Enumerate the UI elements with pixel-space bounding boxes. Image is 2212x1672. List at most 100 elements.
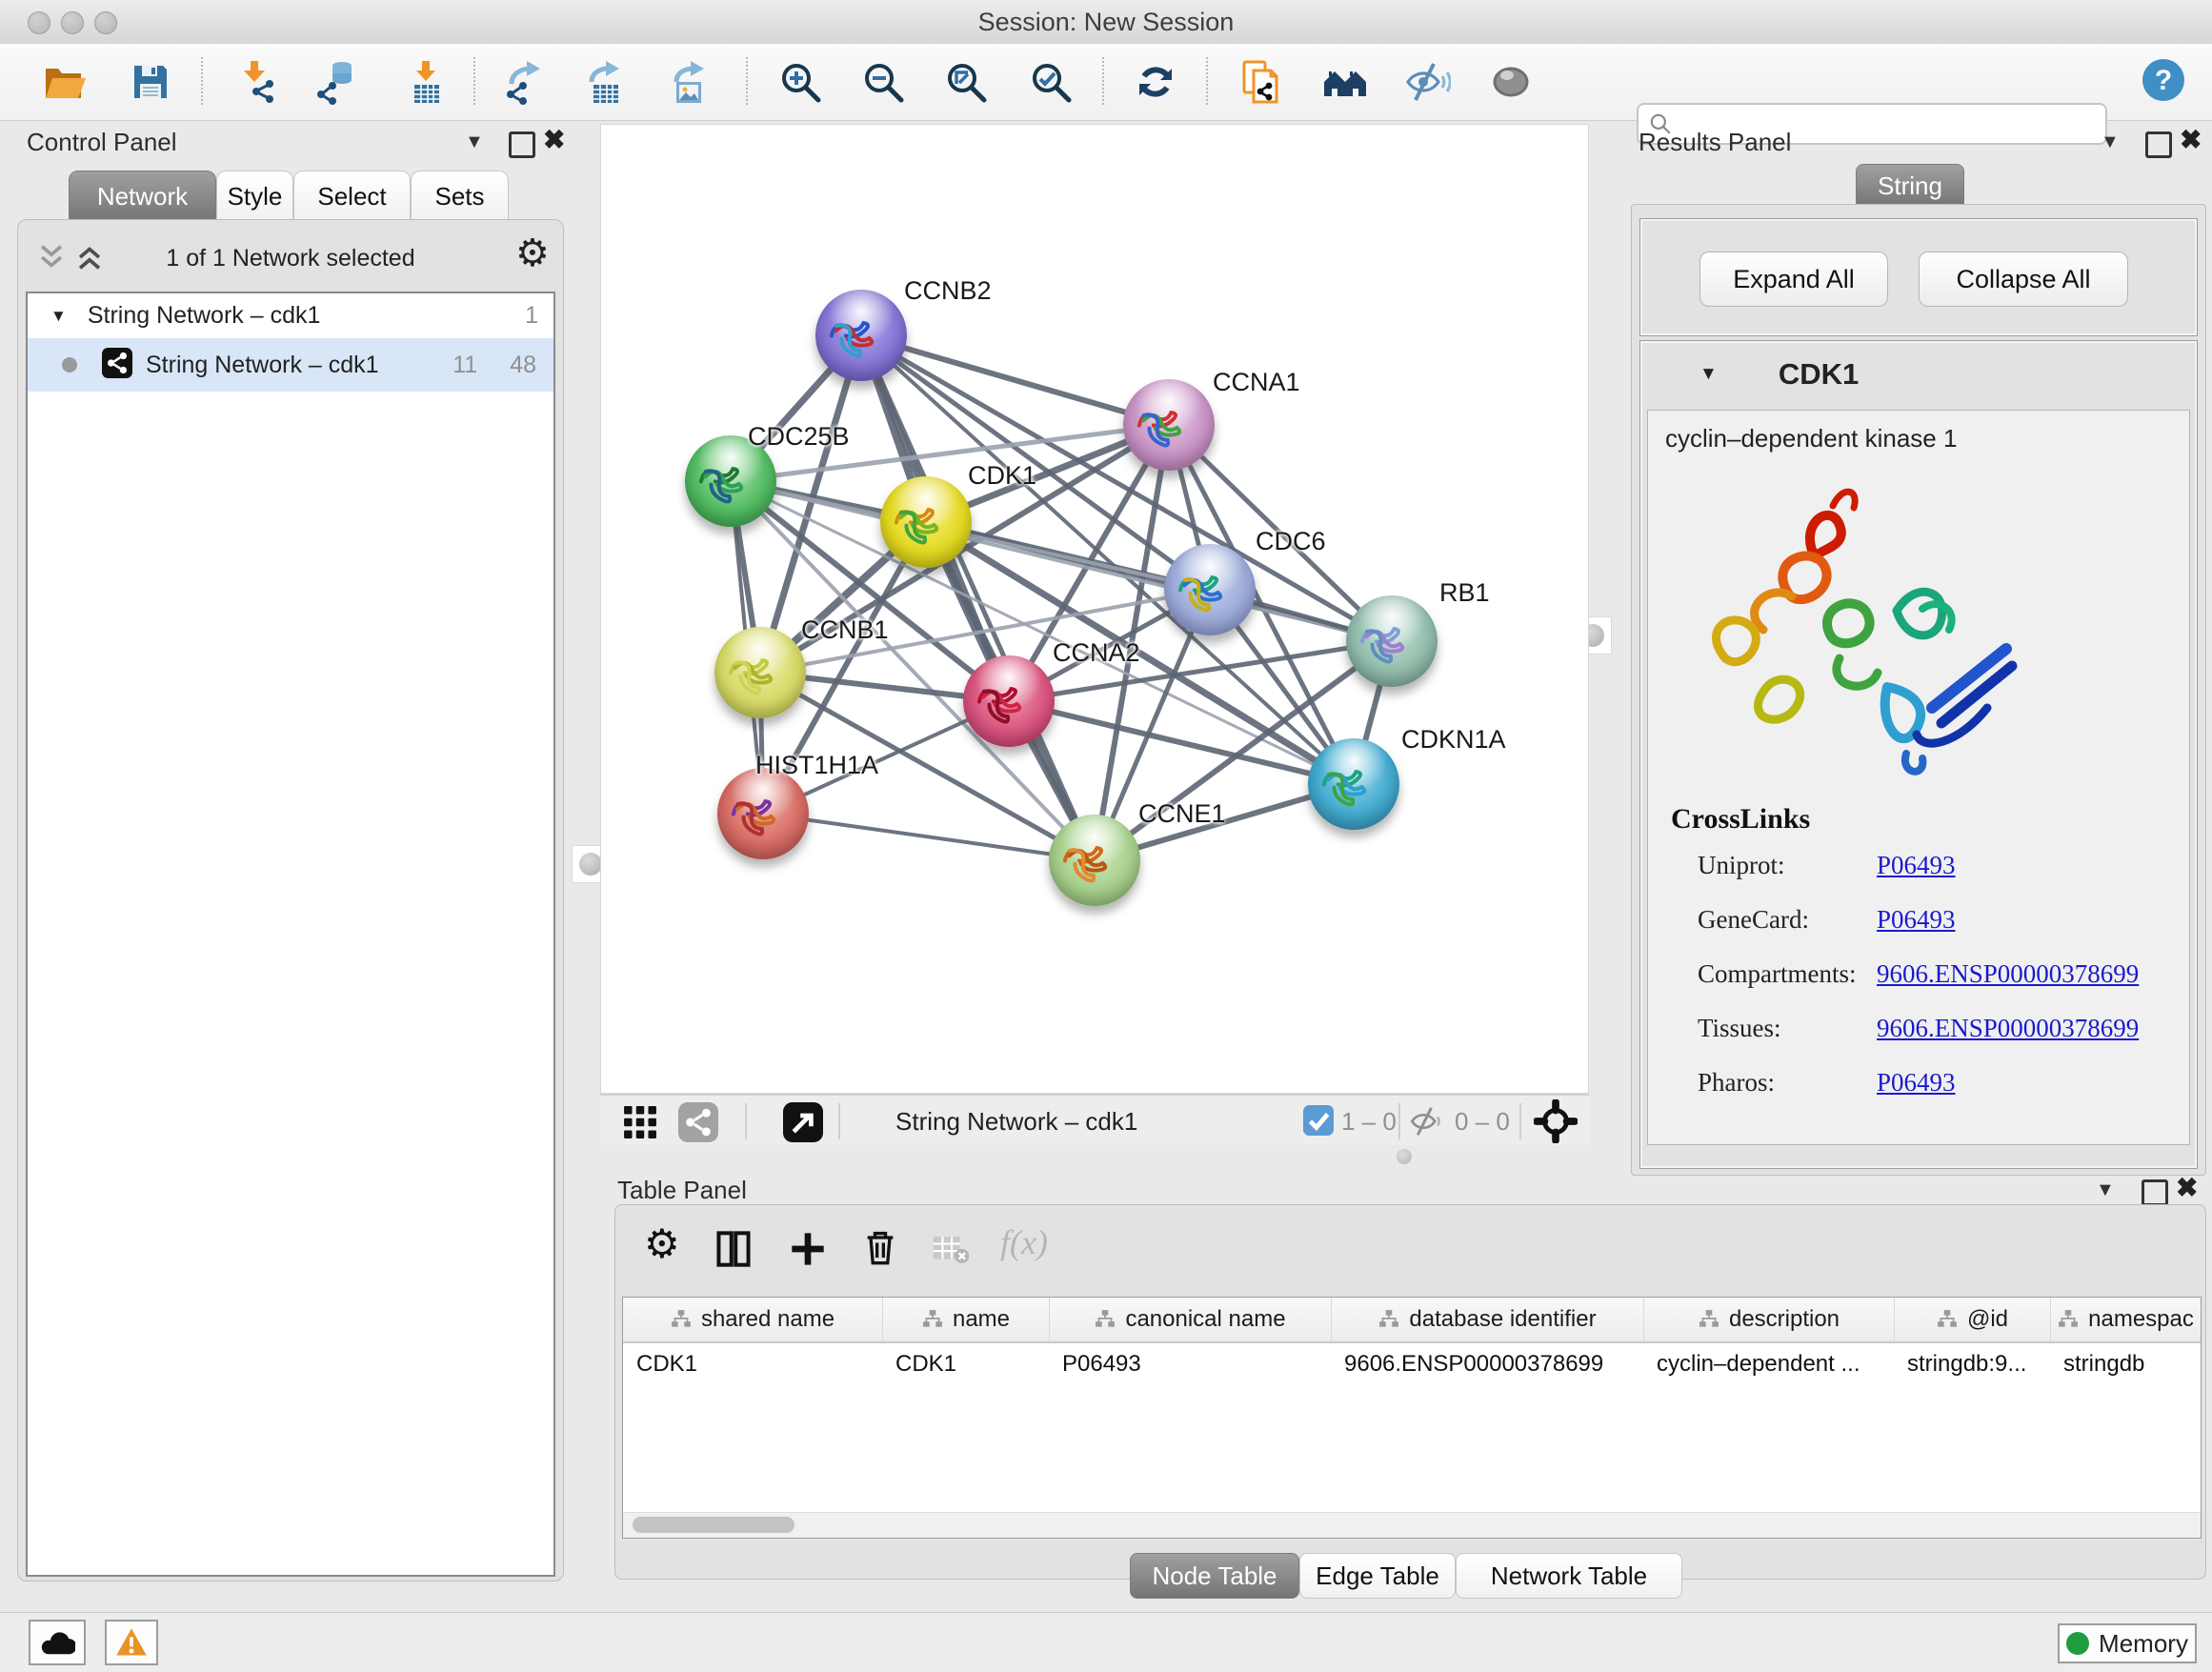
tab-network[interactable]: Network bbox=[69, 171, 216, 222]
export-network-icon bbox=[504, 59, 550, 105]
zoom-out-button[interactable] bbox=[855, 55, 911, 109]
toggle-eye-button[interactable] bbox=[1483, 55, 1538, 109]
import-table-file-button[interactable] bbox=[398, 55, 453, 109]
export-image-button[interactable] bbox=[662, 55, 717, 109]
network-type-icon bbox=[102, 348, 132, 383]
control-panel-close-icon[interactable]: ✖ bbox=[543, 130, 565, 151]
network-options-gear-icon[interactable]: ⚙ bbox=[515, 232, 550, 275]
memory-status-dot bbox=[2066, 1632, 2089, 1655]
results-panel-float-icon[interactable] bbox=[2145, 131, 2172, 158]
crosslink-value-link[interactable]: 9606.ENSP00000378699 bbox=[1877, 959, 2139, 989]
tab-string[interactable]: String bbox=[1856, 164, 1964, 208]
refresh-button[interactable] bbox=[1128, 55, 1183, 109]
node-CCNB2[interactable] bbox=[815, 290, 907, 381]
node-CDKN1A[interactable] bbox=[1308, 738, 1399, 830]
import-network-file-button[interactable] bbox=[231, 55, 286, 109]
svg-text:?: ? bbox=[2155, 65, 2172, 96]
bottom-splitter-handle[interactable] bbox=[1397, 1149, 1412, 1164]
return-home-button[interactable] bbox=[1317, 55, 1373, 109]
node-structure-thumbnail bbox=[1359, 613, 1424, 677]
warning-button[interactable] bbox=[105, 1620, 158, 1665]
column-header-canonical-name[interactable]: canonical name bbox=[1049, 1298, 1331, 1341]
zoom-in-button[interactable] bbox=[773, 55, 828, 109]
table-panel-float-icon[interactable] bbox=[2142, 1179, 2168, 1206]
save-session-button[interactable] bbox=[123, 55, 178, 109]
node-label-CCNB1: CCNB1 bbox=[801, 615, 889, 645]
crosslink-value-link[interactable]: P06493 bbox=[1877, 851, 1956, 880]
edge-HIST1H1A-CCNE1[interactable] bbox=[763, 814, 1095, 860]
gray-eye-icon bbox=[1488, 59, 1534, 105]
birdseye-toggle-icon[interactable] bbox=[1534, 1099, 1578, 1148]
column-header-namespac[interactable]: namespac bbox=[2050, 1298, 2201, 1341]
crosslink-value-link[interactable]: P06493 bbox=[1877, 1068, 1956, 1098]
network-row-selected[interactable]: String Network – cdk1 11 48 bbox=[28, 338, 553, 392]
grid-view-icon[interactable] bbox=[623, 1105, 657, 1144]
tab-style[interactable]: Style bbox=[216, 171, 293, 222]
table-tab-bar: Node TableEdge TableNetwork Table bbox=[1130, 1553, 1682, 1599]
window-title: Session: New Session bbox=[0, 8, 2212, 37]
node-CDK1[interactable] bbox=[880, 476, 972, 568]
tab-select[interactable]: Select bbox=[293, 171, 411, 222]
column-header--id[interactable]: @id bbox=[1894, 1298, 2050, 1341]
hidden-eye-icon[interactable] bbox=[1410, 1106, 1444, 1141]
node-structure-thumbnail bbox=[731, 785, 795, 850]
node-RB1[interactable] bbox=[1346, 595, 1438, 687]
table-gear-icon[interactable]: ⚙ bbox=[644, 1220, 680, 1267]
table-panel-menu-caret-icon[interactable]: ▼ bbox=[2096, 1179, 2115, 1201]
table-panel-close-icon[interactable]: ✖ bbox=[2176, 1178, 2198, 1199]
tab-network-table[interactable]: Network Table bbox=[1456, 1553, 1682, 1599]
column-header-shared-name[interactable]: shared name bbox=[623, 1298, 882, 1341]
tab-node-table[interactable]: Node Table bbox=[1130, 1553, 1299, 1599]
copy-style-button[interactable] bbox=[1235, 55, 1290, 109]
column-header-name[interactable]: name bbox=[882, 1298, 1049, 1341]
current-network-dot-icon bbox=[62, 357, 77, 373]
tab-sets[interactable]: Sets bbox=[411, 171, 509, 222]
edge-CCNB2-CCNA1[interactable] bbox=[861, 335, 1169, 425]
edge-CCNB2-CCNE1[interactable] bbox=[861, 335, 1095, 860]
show-hide-button[interactable] bbox=[1400, 55, 1456, 109]
export-network-button[interactable] bbox=[499, 55, 554, 109]
import-network-database-button[interactable] bbox=[311, 55, 366, 109]
warning-icon bbox=[114, 1626, 149, 1659]
open-in-window-icon[interactable] bbox=[783, 1102, 823, 1147]
scrollbar-thumb[interactable] bbox=[633, 1517, 794, 1533]
control-panel-float-icon[interactable] bbox=[509, 131, 535, 158]
entry-caret-icon[interactable]: ▼ bbox=[1699, 364, 1718, 385]
export-table-button[interactable] bbox=[579, 55, 634, 109]
expand-all-button[interactable]: Expand All bbox=[1699, 252, 1888, 307]
node-CCNA1[interactable] bbox=[1123, 379, 1215, 471]
network-collection-row[interactable]: ▼ String Network – cdk1 1 bbox=[28, 293, 553, 338]
column-header-description[interactable]: description bbox=[1643, 1298, 1894, 1341]
node-CCNB1[interactable] bbox=[714, 627, 806, 718]
selected-checkbox-icon[interactable] bbox=[1303, 1105, 1334, 1140]
tab-edge-table[interactable]: Edge Table bbox=[1299, 1553, 1456, 1599]
crosslink-value-link[interactable]: P06493 bbox=[1877, 905, 1956, 935]
open-session-button[interactable] bbox=[37, 55, 92, 109]
node-CDC6[interactable] bbox=[1164, 544, 1256, 635]
table-add-icon[interactable] bbox=[789, 1230, 827, 1273]
column-header-database-identifier[interactable]: database identifier bbox=[1331, 1298, 1643, 1341]
network-share-icon[interactable] bbox=[678, 1102, 718, 1147]
crosslink-value-link[interactable]: 9606.ENSP00000378699 bbox=[1877, 1014, 2139, 1043]
results-panel-menu-caret-icon[interactable]: ▼ bbox=[2101, 131, 2120, 153]
horizontal-scrollbar[interactable] bbox=[623, 1512, 2201, 1538]
cloud-button[interactable] bbox=[29, 1620, 86, 1665]
node-CCNE1[interactable] bbox=[1049, 815, 1140, 906]
table-row[interactable]: CDK1CDK1P064939606.ENSP00000378699cyclin… bbox=[623, 1343, 2201, 1385]
zoom-selected-button[interactable] bbox=[1023, 55, 1078, 109]
node-HIST1H1A[interactable] bbox=[717, 768, 809, 859]
control-panel-menu-caret-icon[interactable]: ▼ bbox=[465, 131, 484, 153]
node-structure-thumbnail bbox=[829, 307, 894, 372]
memory-button[interactable]: Memory bbox=[2058, 1623, 2197, 1663]
tree-caret-icon[interactable]: ▼ bbox=[50, 307, 67, 326]
window-titlebar: Session: New Session bbox=[0, 0, 2212, 45]
network-canvas[interactable]: CCNB2CCNA1CDC25BCDK1CDC6RB1CCNB1CCNA2CDK… bbox=[600, 124, 1589, 1094]
node-CCNA2[interactable] bbox=[963, 655, 1055, 747]
help-button[interactable]: ? bbox=[2136, 53, 2191, 107]
results-panel-close-icon[interactable]: ✖ bbox=[2180, 130, 2202, 151]
zoom-fit-button[interactable] bbox=[938, 55, 994, 109]
collapse-all-button[interactable]: Collapse All bbox=[1919, 252, 2128, 307]
result-entry-header[interactable]: ▼ CDK1 bbox=[1640, 341, 2197, 408]
table-columns-icon[interactable] bbox=[714, 1230, 753, 1273]
table-delete-icon[interactable] bbox=[861, 1228, 899, 1271]
